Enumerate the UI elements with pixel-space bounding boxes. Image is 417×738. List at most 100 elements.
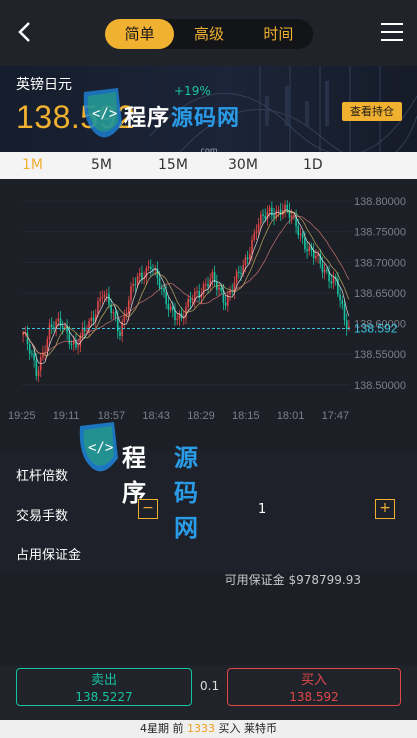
current-price-label: 138.592 (354, 321, 398, 335)
available-margin: 可用保证金 $978799.93 (224, 573, 361, 587)
lots-label: 交易手数 (16, 509, 69, 524)
candle-body (255, 231, 258, 233)
spread-value: 0.1 (200, 679, 220, 693)
pair-name: 英镑日元 (16, 77, 72, 93)
tab-simple[interactable]: 简单 (105, 19, 175, 49)
candle-body (286, 204, 289, 210)
sell-label: 卖出 (90, 673, 117, 688)
period-tabs: 1M 5M 15M 30M 1D (0, 152, 417, 179)
candle-body (61, 325, 64, 328)
candle-body (211, 272, 214, 280)
candle-body (341, 300, 344, 305)
candle-body (99, 298, 101, 302)
candle-body (57, 318, 60, 322)
margin-label: 占用保证金 (16, 548, 82, 563)
candle-body (321, 263, 324, 273)
candle-body (345, 320, 348, 329)
candle-body (171, 306, 174, 311)
candle-body (246, 257, 249, 260)
candle-body (299, 233, 302, 236)
y-tick-label: 138.70000 (354, 257, 406, 269)
status-suffix: 买入 莱特币 (215, 722, 277, 735)
candle-body (97, 301, 99, 314)
svg-text:</>: </> (88, 440, 113, 456)
candle-body (330, 281, 333, 284)
candle-body (277, 209, 280, 211)
candlestick-chart[interactable]: 138.80000 138.75000 138.70000 138.65000 138.… (0, 179, 417, 429)
candle-body (174, 310, 176, 321)
tab-time[interactable]: 时间 (244, 19, 313, 49)
candle-body (308, 246, 311, 252)
status-bar: 4星期 前 1333 买入 莱特币 (0, 720, 417, 738)
moving-average-line (23, 215, 350, 354)
candle-body (315, 256, 317, 259)
candle-body (260, 214, 262, 225)
candle-body (326, 269, 328, 272)
period-15m[interactable]: 15M (158, 152, 188, 179)
candle-body (238, 271, 240, 273)
candle-body (169, 306, 172, 310)
view-positions-button[interactable]: 查看持仓 (342, 102, 402, 121)
candle-body (264, 215, 267, 219)
candle-body (64, 326, 66, 328)
candle-body (187, 298, 190, 307)
candle-body (37, 370, 40, 377)
candle-body (273, 215, 275, 218)
candle-body (105, 293, 108, 295)
candle-body (86, 330, 88, 332)
candle-body (290, 215, 293, 218)
period-1d[interactable]: 1D (303, 152, 323, 179)
period-1m[interactable]: 1M (22, 152, 43, 179)
y-tick-label: 138.75000 (354, 227, 406, 239)
buy-label: 买入 (300, 673, 327, 688)
candle-body (165, 292, 167, 304)
x-tick-label: 18:43 (142, 410, 170, 422)
buy-button[interactable]: 买入 138.592 (227, 668, 401, 706)
watermark-text-colored-2: 源码网 (174, 444, 198, 542)
candle-body (77, 346, 79, 348)
candle-body (205, 283, 207, 285)
candle-body (138, 272, 141, 277)
sell-button[interactable]: 卖出 138.5227 (16, 668, 192, 706)
period-5m[interactable]: 5M (91, 152, 112, 179)
top-bar: 简单 高级 时间 (0, 0, 417, 66)
menu-icon[interactable] (381, 23, 403, 43)
candle-body (301, 233, 304, 238)
y-tick-label: 138.50000 (354, 380, 406, 392)
x-tick-label: 19:25 (8, 410, 36, 422)
increase-lots-button[interactable]: + (375, 499, 395, 519)
candle-body (112, 312, 115, 314)
period-30m[interactable]: 30M (228, 152, 258, 179)
candle-body (123, 316, 126, 322)
candle-body (48, 324, 51, 340)
candle-body (196, 291, 198, 293)
candle-body (253, 232, 256, 240)
candle-body (119, 331, 121, 336)
watermark-logo-2: </> 程序 源码网 (74, 420, 198, 542)
candle-body (323, 269, 326, 273)
candle-body (235, 271, 238, 283)
lots-value[interactable]: 1 (258, 502, 266, 517)
candle-body (31, 353, 33, 355)
candle-body (220, 287, 223, 291)
watermark-text: 程序 (124, 106, 171, 131)
candle-body (130, 286, 132, 301)
y-tick-label: 138.65000 (354, 288, 406, 300)
candle-body (90, 317, 93, 321)
back-arrow-icon[interactable] (14, 20, 38, 44)
candle-body (306, 249, 308, 252)
leverage-label: 杠杆倍数 (16, 469, 69, 484)
status-count: 1333 (187, 722, 215, 735)
candle-body (70, 343, 73, 345)
x-tick-label: 18:15 (232, 410, 260, 422)
candle-body (284, 204, 286, 211)
tab-advanced[interactable]: 高级 (174, 19, 243, 49)
candle-body (332, 276, 335, 284)
candle-body (59, 318, 62, 326)
candle-body (46, 339, 49, 352)
candle-body (293, 215, 295, 217)
candle-body (191, 301, 194, 303)
candle-body (141, 272, 143, 279)
order-form: 杠杆倍数 交易手数 − 1 + 占用保证金 (0, 450, 417, 572)
candle-body (103, 294, 106, 297)
